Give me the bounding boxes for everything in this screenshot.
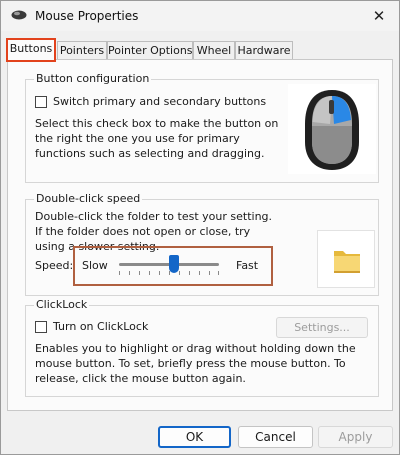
tab-hardware[interactable]: Hardware: [235, 41, 293, 60]
slider-tick: [129, 271, 130, 275]
group-title: Double-click speed: [34, 192, 143, 205]
cancel-button[interactable]: Cancel: [238, 426, 313, 448]
slider-tick: [159, 271, 160, 275]
clicklock-description: Enables you to highlight or drag without…: [35, 342, 356, 385]
tab-pointers[interactable]: Pointers: [57, 41, 107, 60]
buttons-tab-panel: Button configuration Switch primary and …: [7, 59, 393, 411]
slider-tick: [209, 271, 210, 275]
group-title: ClickLock: [34, 298, 90, 311]
double-click-speed-group: Double-click speed Double-click the fold…: [25, 192, 379, 296]
double-click-speed-slider[interactable]: [119, 255, 219, 280]
test-folder-area[interactable]: [317, 230, 375, 288]
group-title: Button configuration: [34, 72, 152, 85]
button-config-description: Select this check box to make the button…: [35, 117, 279, 160]
speed-label: Speed:: [35, 259, 74, 272]
tab-buttons[interactable]: Buttons: [6, 38, 56, 62]
ok-button[interactable]: OK: [158, 426, 231, 448]
switch-buttons-checkbox[interactable]: [35, 95, 47, 108]
apply-button[interactable]: Apply: [318, 426, 393, 448]
slider-tick: [179, 271, 180, 275]
folder-icon[interactable]: [330, 243, 364, 280]
slider-tick: [119, 271, 120, 275]
slider-tick: [139, 271, 140, 275]
slider-tick: [149, 271, 150, 275]
slider-tick: [189, 271, 190, 275]
slow-label: Slow: [82, 259, 108, 272]
slider-tick: [218, 271, 219, 275]
tab-label: Buttons: [9, 42, 53, 55]
close-button[interactable]: ✕: [367, 5, 391, 27]
mouse-illustration: [288, 84, 376, 174]
mouse-properties-window: Mouse Properties ✕ Buttons Pointers Poin…: [0, 0, 400, 455]
clicklock-row[interactable]: Turn on ClickLock: [35, 320, 148, 333]
mouse-app-icon: [11, 9, 27, 24]
button-configuration-group: Button configuration Switch primary and …: [25, 72, 379, 183]
tab-wheel[interactable]: Wheel: [193, 41, 235, 60]
tab-label: Wheel: [196, 44, 232, 57]
fast-label: Fast: [236, 259, 259, 272]
slider-tick: [199, 271, 200, 275]
clicklock-label: Turn on ClickLock: [53, 320, 149, 333]
window-title: Mouse Properties: [35, 9, 139, 23]
clicklock-settings-button[interactable]: Settings...: [276, 317, 368, 338]
switch-buttons-row[interactable]: Switch primary and secondary buttons: [35, 95, 266, 108]
title-bar[interactable]: Mouse Properties ✕: [1, 1, 399, 31]
tab-label: Hardware: [237, 44, 291, 57]
switch-buttons-label: Switch primary and secondary buttons: [53, 95, 267, 108]
tab-pointer-options[interactable]: Pointer Options: [107, 41, 193, 60]
tab-label: Pointer Options: [108, 44, 193, 57]
clicklock-group: ClickLock Turn on ClickLock Settings... …: [25, 298, 379, 397]
close-icon: ✕: [372, 7, 386, 25]
tab-label: Pointers: [59, 44, 105, 57]
slider-thumb[interactable]: [169, 255, 179, 273]
clicklock-checkbox[interactable]: [35, 320, 47, 333]
